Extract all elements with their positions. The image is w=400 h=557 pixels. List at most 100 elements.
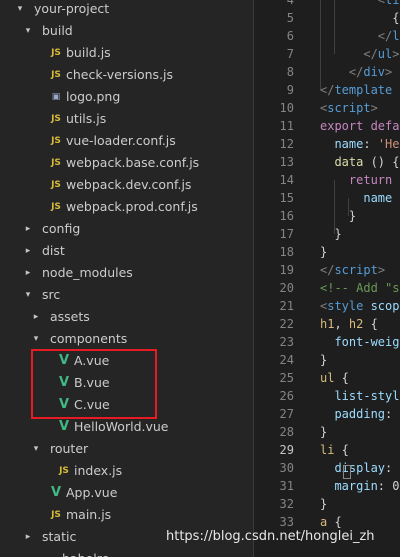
line-number: 17 [279, 227, 294, 241]
line-number: 4 [286, 0, 294, 7]
code-token: li [392, 29, 400, 43]
code-line: </template [320, 81, 392, 99]
code-token: > [385, 65, 393, 79]
code-token: list-styl [320, 389, 400, 403]
chevron-right-icon[interactable]: ▸ [22, 218, 34, 240]
code-line: return [320, 171, 392, 189]
code-token: return [320, 173, 393, 187]
code-token: : [385, 407, 393, 421]
tree-file[interactable]: .babelrc [0, 548, 253, 557]
line-number: 10 [279, 101, 294, 115]
code-token: { [392, 155, 400, 169]
chevron-down-icon[interactable]: ▾ [14, 0, 26, 20]
explorer-panel: ▾ your-project ▾ build JS build.js JS check-ver… [0, 0, 253, 557]
line-number: 25 [279, 371, 294, 385]
chevron-right-icon[interactable]: ▸ [22, 262, 34, 284]
code-editor[interactable]: <li> {{i </li </ul> </div></template<scr… [320, 0, 400, 557]
tree-folder[interactable]: ▾ build [0, 20, 253, 42]
code-line: } [320, 351, 327, 369]
code-token: margin [320, 479, 378, 493]
line-number: 26 [279, 389, 294, 403]
code-token: } [320, 353, 328, 367]
code-line: ul { [320, 369, 349, 387]
code-line: } [320, 225, 342, 243]
tree-folder[interactable]: ▸ config [0, 218, 253, 240]
code-line: </li [320, 27, 400, 45]
tree-item-label: vue-loader.conf.js [66, 133, 176, 148]
tree-file[interactable]: JS vue-loader.conf.js [0, 130, 253, 152]
line-number: 13 [279, 155, 294, 169]
code-token: li [320, 443, 335, 457]
chevron-down-icon[interactable]: ▾ [22, 20, 34, 42]
js-file-icon: JS [51, 136, 61, 146]
tree-item-label: App.vue [66, 485, 118, 500]
tree-folder[interactable]: ▸ node_modules [0, 262, 253, 284]
tree-folder[interactable]: ▾ router [0, 438, 253, 460]
code-token: script [327, 101, 371, 115]
line-number: 19 [279, 263, 294, 277]
code-line: display: [320, 459, 392, 477]
js-file-icon: JS [51, 180, 61, 190]
chevron-right-icon[interactable]: ▸ [22, 526, 34, 548]
tree-folder[interactable]: ▾ src [0, 284, 253, 306]
tree-file[interactable]: V App.vue [0, 482, 253, 504]
tree-folder[interactable]: ▸ dist [0, 240, 253, 262]
js-file-icon: JS [51, 114, 61, 124]
tree-file[interactable]: JS webpack.dev.conf.js [0, 174, 253, 196]
code-token: } [320, 425, 328, 439]
tree-item-label: webpack.prod.conf.js [66, 199, 198, 214]
js-file-icon: JS [51, 48, 61, 58]
code-line: list-styl [320, 387, 399, 405]
code-token: { [363, 317, 378, 331]
line-number: 18 [279, 245, 294, 259]
chevron-down-icon[interactable]: ▾ [30, 438, 42, 460]
code-token: ul [320, 371, 335, 385]
tree-file[interactable]: JS webpack.prod.conf.js [0, 196, 253, 218]
chevron-down-icon[interactable]: ▾ [22, 284, 34, 306]
chevron-right-icon[interactable]: ▸ [30, 306, 42, 328]
tree-file[interactable]: V HelloWorld.vue [0, 416, 253, 438]
chevron-right-icon[interactable]: ▸ [22, 240, 34, 262]
tree-file[interactable]: JS main.js [0, 504, 253, 526]
tree-file[interactable]: JS check-versions.js [0, 64, 253, 86]
tree-file[interactable]: JS utils.js [0, 108, 253, 130]
tree-file[interactable]: JS build.js [0, 42, 253, 64]
code-line: name [320, 189, 392, 207]
code-line: </ul> [320, 45, 399, 63]
code-token: } [320, 227, 342, 241]
tree-item-label: index.js [74, 463, 123, 478]
tree-folder[interactable]: ▾ components [0, 328, 253, 350]
chevron-down-icon[interactable]: ▾ [30, 328, 42, 350]
code-token: > [370, 101, 378, 115]
code-token: div [363, 65, 386, 79]
tree-item-label: your-project [34, 1, 110, 16]
code-token: </ [320, 29, 393, 43]
code-token: scop [363, 299, 400, 313]
tree-folder[interactable]: ▾ your-project [0, 0, 253, 20]
code-line: } [320, 423, 327, 441]
line-number-gutter: 4 5 6 7 8 9 10 11 12 13 14 15 16 17 18 19 20 21 22 23 24 25 26… [254, 0, 298, 557]
tree-item-label: check-versions.js [66, 67, 174, 82]
tree-item-label: main.js [66, 507, 112, 522]
code-token: </ [320, 263, 335, 277]
tree-file[interactable]: JS webpack.base.conf.js [0, 152, 253, 174]
code-token: </ [320, 65, 364, 79]
code-line: </div> [320, 63, 392, 81]
code-token: name [320, 191, 393, 205]
code-token: script [334, 263, 378, 277]
code-token: ul [377, 47, 393, 61]
tree-file[interactable]: ▣ logo.png [0, 86, 253, 108]
tree-file[interactable]: JS index.js [0, 460, 253, 482]
tree-folder[interactable]: ▸ assets [0, 306, 253, 328]
code-token: template [334, 83, 393, 97]
code-token: data [320, 155, 364, 169]
code-line: } [320, 495, 327, 513]
code-line: <!-- Add "s [320, 279, 399, 297]
code-token: h1 [320, 317, 335, 331]
code-line: padding: [320, 405, 392, 423]
code-token: () [363, 155, 393, 169]
code-line: } [320, 207, 356, 225]
code-token: : [363, 137, 378, 151]
code-line: {{i [320, 9, 400, 27]
code-line: name: 'He [320, 135, 399, 153]
